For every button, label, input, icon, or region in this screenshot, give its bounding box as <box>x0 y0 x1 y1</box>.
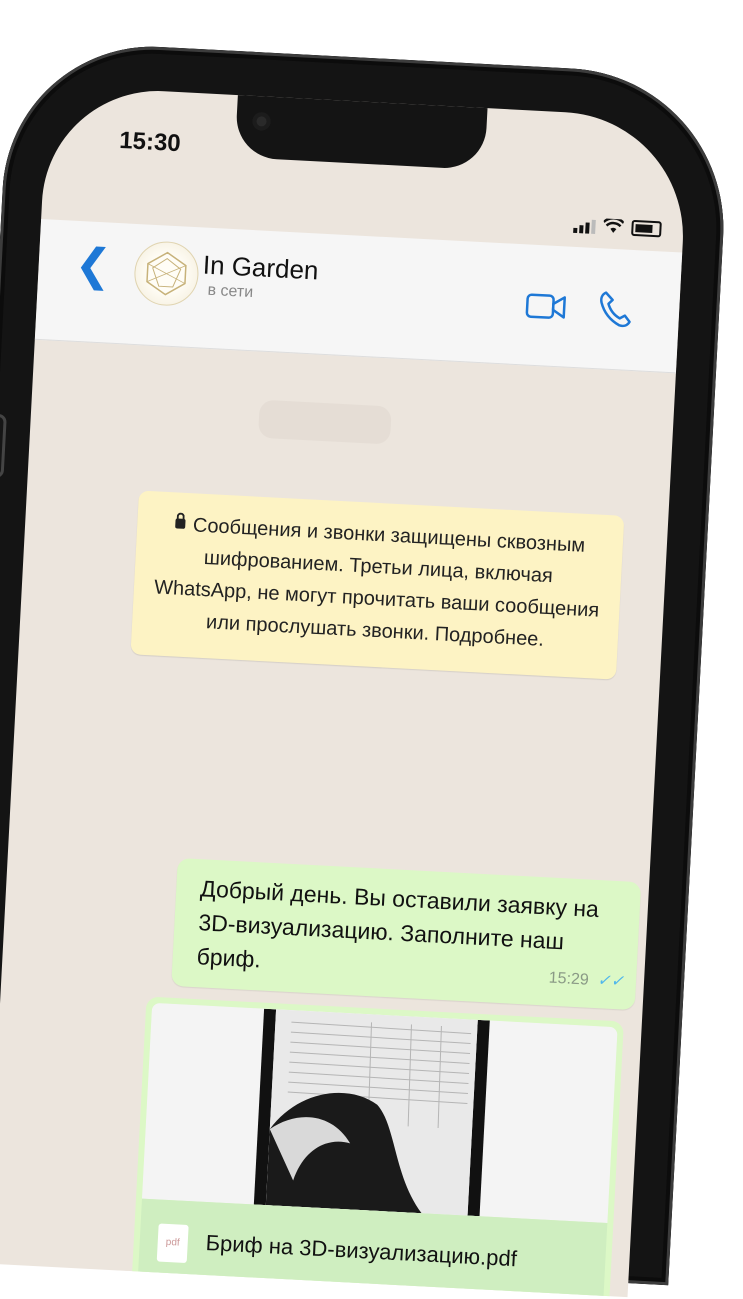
avatar[interactable] <box>132 239 201 308</box>
encryption-notice[interactable]: Сообщения и звонки защищены сквозным шиф… <box>130 490 625 680</box>
encryption-notice-text: Сообщения и звонки защищены сквозным шиф… <box>153 514 600 651</box>
status-icons <box>573 217 662 238</box>
logo-icon <box>146 251 187 296</box>
message-text: Добрый день. Вы оставили заявку на 3D-ви… <box>196 875 600 973</box>
status-time: 15:30 <box>118 126 182 158</box>
silent-switch <box>0 413 7 479</box>
lock-icon <box>174 518 186 529</box>
battery-icon <box>631 219 662 238</box>
document-filename: Бриф на 3D-визуализацию.pdf <box>205 1229 518 1272</box>
video-call-icon[interactable] <box>524 290 568 322</box>
outgoing-message[interactable]: Добрый день. Вы оставили заявку на 3D-ви… <box>171 857 642 1011</box>
phone-screen: 15:30 ❮ In Garden в сети Сообщения и зво… <box>0 85 690 1298</box>
contact-status: в сети <box>207 281 254 302</box>
notch <box>234 91 488 171</box>
document-message[interactable]: pdf Бриф на 3D-визуализацию.pdf <box>130 996 624 1298</box>
camera-icon <box>252 111 271 131</box>
document-page-curl-icon <box>141 1002 618 1223</box>
phone-frame: 15:30 ❮ In Garden в сети Сообщения и зво… <box>0 39 732 1298</box>
wifi-icon <box>603 218 624 233</box>
read-ticks-icon: ✓✓ <box>596 972 625 991</box>
document-preview[interactable] <box>141 1002 618 1223</box>
pdf-icon: pdf <box>156 1223 189 1264</box>
signal-icon <box>573 219 596 234</box>
date-pill <box>257 399 392 445</box>
chat-area[interactable]: Сообщения и звонки защищены сквозным шиф… <box>0 340 676 1298</box>
chevron-left-icon[interactable]: ❮ <box>73 239 113 292</box>
phone-icon[interactable] <box>596 288 634 330</box>
message-meta: 15:29 ✓✓ <box>548 962 625 1000</box>
contact-name[interactable]: In Garden <box>202 250 319 287</box>
message-time: 15:29 <box>548 969 590 989</box>
